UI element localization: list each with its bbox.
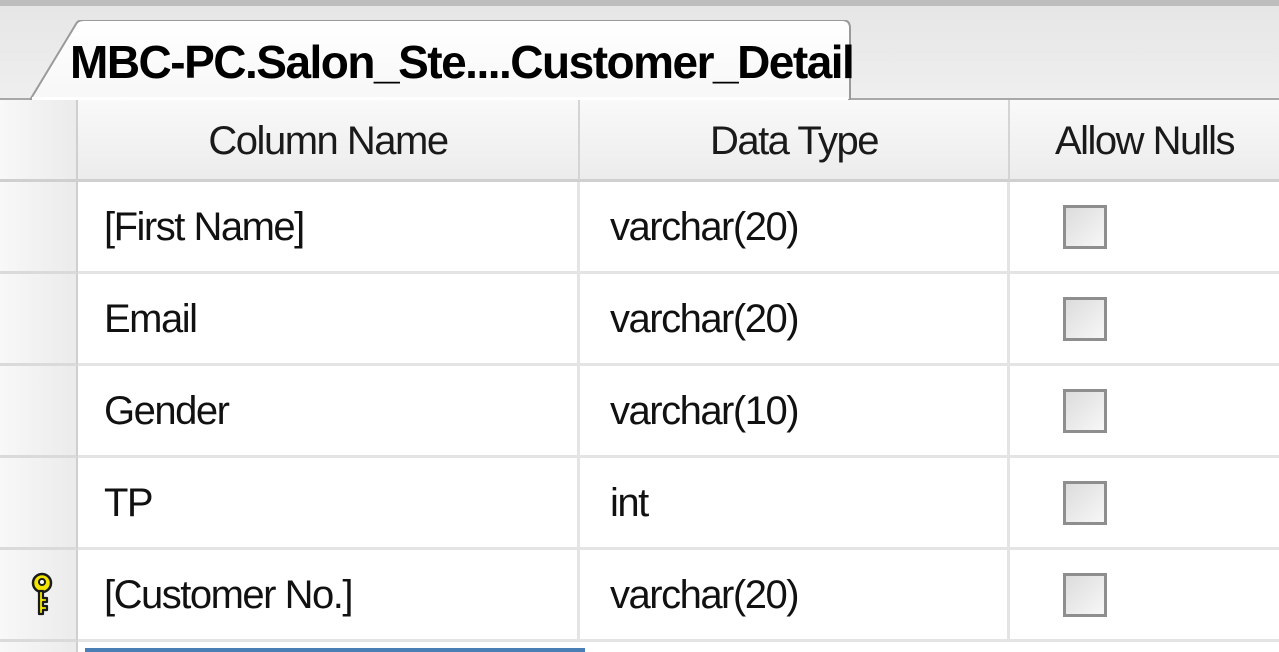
- row-selector[interactable]: [0, 274, 78, 366]
- allow-nulls-checkbox[interactable]: [1063, 389, 1107, 433]
- data-type-cell[interactable]: int: [580, 458, 1010, 550]
- allow-nulls-checkbox[interactable]: [1063, 297, 1107, 341]
- row-selector[interactable]: [0, 182, 78, 274]
- corner-header: [0, 100, 78, 182]
- header-column-name[interactable]: Column Name: [78, 100, 580, 182]
- columns-grid: Column Name Data Type Allow Nulls [First…: [0, 100, 1279, 652]
- row-selector-new[interactable]: [0, 642, 78, 652]
- column-name-cell[interactable]: Email: [78, 274, 580, 366]
- new-row-edit-outline[interactable]: [85, 648, 585, 652]
- tab-title: MBC-PC.Salon_Ste....Customer_Detail: [70, 36, 855, 88]
- row-selector[interactable]: [0, 366, 78, 458]
- tab-customer-detail[interactable]: MBC-PC.Salon_Ste....Customer_Detail: [30, 20, 855, 100]
- row-selector-primary-key[interactable]: [0, 550, 78, 642]
- table-designer-window: MBC-PC.Salon_Ste....Customer_Detail Colu…: [0, 0, 1279, 652]
- column-name-cell[interactable]: Gender: [78, 366, 580, 458]
- allow-nulls-cell: [1010, 458, 1279, 550]
- allow-nulls-cell: [1010, 366, 1279, 458]
- header-allow-nulls[interactable]: Allow Nulls: [1010, 100, 1279, 182]
- allow-nulls-cell: [1010, 550, 1279, 642]
- allow-nulls-checkbox[interactable]: [1063, 205, 1107, 249]
- header-data-type[interactable]: Data Type: [580, 100, 1010, 182]
- allow-nulls-checkbox[interactable]: [1063, 481, 1107, 525]
- row-selector[interactable]: [0, 458, 78, 550]
- allow-nulls-cell: [1010, 182, 1279, 274]
- data-type-cell[interactable]: varchar(10): [580, 366, 1010, 458]
- data-type-cell[interactable]: varchar(20): [580, 182, 1010, 274]
- allow-nulls-checkbox[interactable]: [1063, 573, 1107, 617]
- key-icon: [31, 572, 53, 616]
- allow-nulls-cell: [1010, 274, 1279, 366]
- data-type-cell[interactable]: varchar(20): [580, 274, 1010, 366]
- column-name-cell[interactable]: TP: [78, 458, 580, 550]
- column-name-cell[interactable]: [Customer No.]: [78, 550, 580, 642]
- column-name-cell[interactable]: [First Name]: [78, 182, 580, 274]
- data-type-cell[interactable]: varchar(20): [580, 550, 1010, 642]
